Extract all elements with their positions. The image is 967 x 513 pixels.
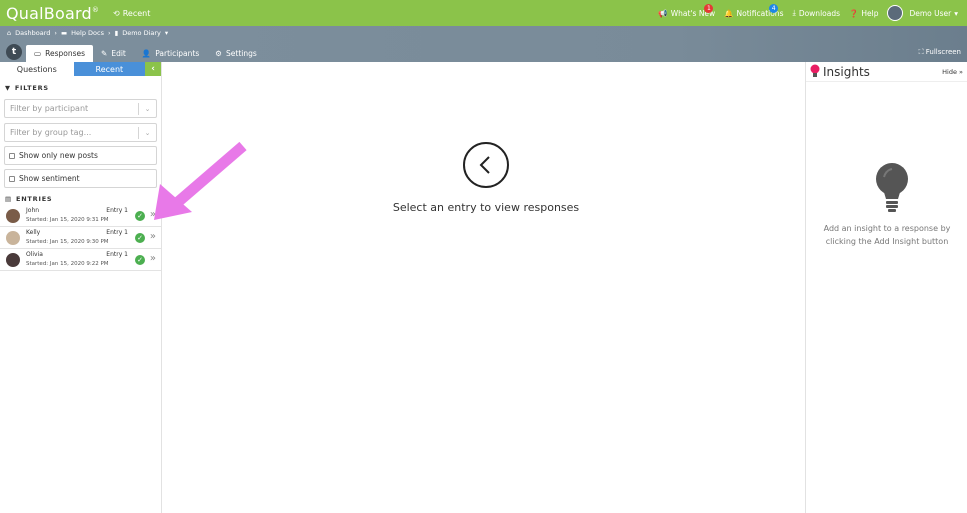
user-avatar — [887, 5, 904, 21]
toggle-questions[interactable]: Questions — [0, 62, 74, 76]
insights-panel: Insights Hide » Add an insight to a resp… — [805, 62, 967, 513]
fullscreen-button[interactable]: ⛶ Fullscreen — [919, 48, 961, 57]
book-icon: ▮ — [114, 29, 119, 37]
whats-new-badge: 1 — [704, 3, 714, 13]
double-chevron-right-icon[interactable]: » — [150, 253, 156, 264]
breadcrumb-demo-diary[interactable]: Demo Diary — [122, 29, 161, 37]
breadcrumb-help-docs[interactable]: Help Docs — [71, 29, 104, 37]
top-right-menu: 📢 What's New 1 🔔 Notifications 4 ⤓ Downl… — [658, 0, 967, 26]
participant-avatar — [6, 231, 20, 245]
insights-header: Insights Hide » — [806, 62, 967, 82]
caret-down-icon: ▾ — [164, 29, 169, 37]
download-icon: ⤓ — [792, 8, 796, 17]
entry-row[interactable]: John Entry 1 Started: Jan 15, 2020 9:31 … — [0, 205, 161, 227]
folder-icon: ▬ — [61, 29, 68, 37]
entry-row[interactable]: Kelly Entry 1 Started: Jan 15, 2020 9:30… — [0, 227, 161, 249]
breadcrumb: ⌂ Dashboard › ▬ Help Docs › ▮ Demo Diary… — [7, 29, 168, 37]
show-sentiment-checkbox[interactable]: Show sentiment — [4, 169, 157, 188]
tab-responses[interactable]: ▭ Responses — [26, 45, 94, 62]
help-button[interactable]: ❓ Help — [849, 9, 878, 18]
show-new-posts-checkbox[interactable]: Show only new posts — [4, 146, 157, 165]
empty-state-message: Select an entry to view responses — [392, 201, 580, 214]
downloads-button[interactable]: ⤓ Downloads — [792, 8, 840, 18]
chevron-down-icon: ⌄ — [138, 127, 156, 139]
whats-new-button[interactable]: 📢 What's New 1 — [658, 3, 715, 18]
user-icon: 👤 — [141, 49, 152, 58]
view-toggle: Questions Recent ‹ — [0, 62, 162, 76]
project-tabs: t ▭ Responses ✎ Edit 👤 Participants ⚙ Se… — [6, 43, 265, 62]
expand-icon: ⛶ — [918, 48, 924, 56]
list-icon: ▤ — [5, 195, 12, 203]
bell-icon: 🔔 — [724, 8, 734, 18]
check-circle-icon: ✓ — [135, 255, 145, 265]
toggle-recent[interactable]: Recent — [73, 62, 146, 76]
home-icon: ⌂ — [7, 29, 12, 37]
participant-avatar — [6, 209, 20, 223]
notifications-badge: 4 — [769, 3, 779, 13]
entries-header: ▤ ENTRIES — [5, 195, 53, 203]
project-header: ⌂ Dashboard › ▬ Help Docs › ▮ Demo Diary… — [0, 26, 967, 62]
hide-insights-button[interactable]: Hide » — [942, 68, 963, 76]
tab-participants[interactable]: 👤 Participants — [134, 45, 207, 62]
check-circle-icon: ✓ — [135, 233, 145, 243]
responses-sidebar: Questions Recent ‹ ▼ FILTERS Filter by p… — [0, 62, 162, 513]
response-viewer: Select an entry to view responses — [163, 62, 805, 513]
responses-icon: ▭ — [34, 49, 42, 58]
tab-edit[interactable]: ✎ Edit — [93, 45, 134, 62]
participant-avatar — [6, 253, 20, 267]
checkbox-icon — [9, 152, 15, 159]
chevron-right-icon: › — [108, 29, 111, 37]
chevron-left-circle-icon — [463, 142, 509, 188]
annotation-arrow-icon — [150, 140, 250, 226]
top-navigation-bar: QualBoard® ⟲ Recent 📢 What's New 1 🔔 Not… — [0, 0, 967, 26]
chevron-right-icon: › — [54, 29, 58, 37]
participant-filter-select[interactable]: Filter by participant ⌄ — [4, 99, 157, 118]
megaphone-icon: 📢 — [658, 8, 668, 18]
group-tag-filter-select[interactable]: Filter by group tag... ⌄ — [4, 123, 157, 142]
lightbulb-icon — [810, 64, 820, 80]
chevron-left-icon: ‹ — [151, 64, 155, 74]
caret-down-icon: ▾ — [954, 8, 958, 18]
chevron-down-icon: ⌄ — [138, 103, 156, 115]
breadcrumb-dashboard[interactable]: Dashboard — [15, 29, 50, 37]
lightbulb-icon — [874, 162, 910, 216]
help-icon: ❓ — [849, 8, 859, 18]
history-icon: ⟲ — [113, 8, 120, 18]
check-circle-icon: ✓ — [135, 211, 145, 221]
notifications-button[interactable]: 🔔 Notifications 4 — [724, 3, 783, 18]
double-chevron-right-icon[interactable]: » — [150, 231, 156, 242]
filter-icon: ▼ — [5, 84, 11, 92]
filters-header: ▼ FILTERS — [5, 84, 49, 92]
insights-title: Insights — [823, 64, 870, 79]
recent-link[interactable]: ⟲ Recent — [113, 9, 150, 18]
qualboard-logo[interactable]: QualBoard® — [6, 4, 99, 23]
tab-settings[interactable]: ⚙ Settings — [207, 45, 265, 62]
checkbox-icon — [9, 175, 15, 182]
collapse-sidebar-button[interactable]: ‹ — [145, 62, 162, 76]
insights-empty-message: Add an insight to a response by clicking… — [823, 224, 951, 246]
user-menu[interactable]: Demo User ▾ — [887, 5, 958, 21]
gear-icon: ⚙ — [215, 49, 222, 58]
project-logo[interactable]: t — [6, 44, 22, 60]
edit-icon: ✎ — [101, 49, 108, 58]
entry-row[interactable]: Olivia Entry 1 Started: Jan 15, 2020 9:2… — [0, 249, 161, 271]
